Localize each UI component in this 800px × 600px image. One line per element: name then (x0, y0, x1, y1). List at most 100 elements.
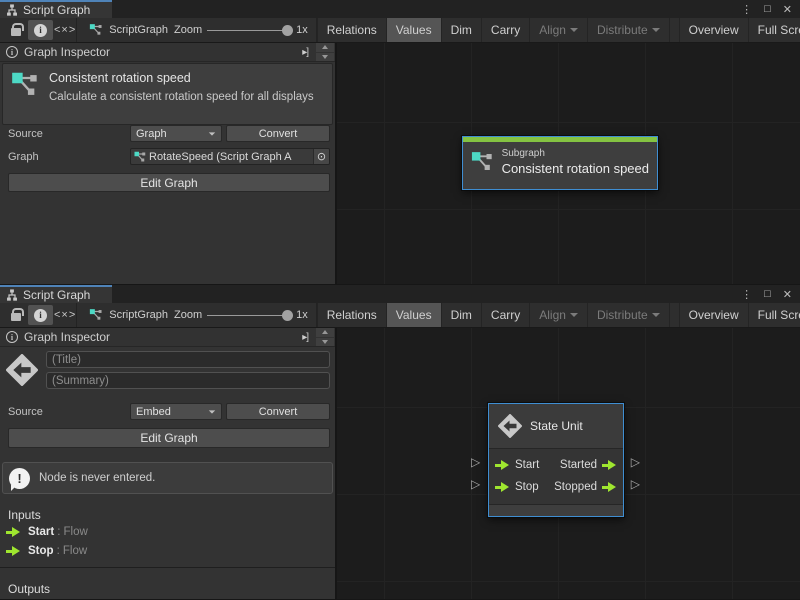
inspector-title: Graph Inspector (24, 330, 110, 344)
inspector-scroll-stepper (316, 328, 334, 346)
port-separator: : (57, 526, 60, 538)
summary-input[interactable] (46, 372, 330, 389)
flow-arrow-icon (602, 482, 617, 492)
info-icon: i (6, 46, 18, 58)
overview-button[interactable]: Overview (679, 303, 748, 327)
distribute-button: Distribute (587, 303, 669, 327)
more-icon[interactable]: ⋮ (741, 3, 752, 16)
node-kind-label: Subgraph (502, 148, 649, 159)
source-label: Source (8, 128, 130, 140)
maximize-icon[interactable]: □ (764, 3, 771, 15)
zoom-slider[interactable] (207, 30, 291, 31)
port-name: Stop (28, 545, 54, 557)
node-header: State Unit (489, 404, 623, 449)
tab-script-graph[interactable]: Script Graph (0, 0, 112, 18)
graph-hierarchy-icon (6, 4, 18, 16)
convert-button[interactable]: Convert (226, 403, 330, 420)
carry-button[interactable]: Carry (481, 303, 529, 327)
zoom-slider-handle[interactable] (282, 25, 293, 36)
input-port[interactable]: Stop (495, 481, 539, 493)
edit-graph-button[interactable]: Edit Graph (8, 428, 330, 448)
port-type: Flow (63, 545, 87, 557)
node-footer (489, 504, 623, 516)
graph-description-box: Consistent rotation speed Calculate a co… (2, 63, 333, 125)
input-port[interactable]: Start (495, 459, 539, 471)
toolbar-icon-group: i <×> (0, 18, 77, 42)
distribute-label: Distribute (597, 308, 648, 322)
more-icon[interactable]: ⋮ (741, 288, 752, 301)
full-screen-button[interactable]: Full Screen (748, 303, 800, 327)
lock-button[interactable] (5, 303, 27, 327)
chevron-down-icon (570, 313, 578, 317)
info-icon: i (6, 331, 18, 343)
zoom-slider[interactable] (207, 315, 291, 316)
carry-button[interactable]: Carry (481, 18, 529, 42)
external-port-triangle-icon[interactable]: ▷ (471, 478, 480, 490)
output-port[interactable]: Started (560, 459, 617, 471)
external-port-triangle-icon[interactable]: ▷ (471, 456, 480, 468)
overview-button[interactable]: Overview (679, 18, 748, 42)
scroll-up-button[interactable] (316, 43, 334, 52)
script-graph-window-top: Script Graph ⋮ □ ✕ i <×> Scr (0, 0, 800, 285)
output-port-label: Stopped (554, 481, 597, 493)
values-button[interactable]: Values (386, 303, 441, 327)
output-port[interactable]: Stopped (554, 481, 617, 493)
output-port-label: Started (560, 459, 597, 471)
warning-icon: ! (9, 468, 30, 489)
lock-button[interactable] (5, 18, 27, 42)
script-graph-asset-icon (134, 151, 146, 163)
source-dropdown[interactable]: Graph (130, 125, 222, 142)
dim-button[interactable]: Dim (441, 18, 481, 42)
inputs-header: Inputs (8, 508, 335, 522)
state-unit-node[interactable]: State Unit Start Started (488, 403, 624, 517)
graph-canvas[interactable]: Subgraph Consistent rotation speed (337, 43, 800, 284)
align-button: Align (529, 303, 587, 327)
zoom-slider-handle[interactable] (282, 310, 293, 321)
source-dropdown[interactable]: Embed (130, 403, 222, 420)
scroll-down-button[interactable] (316, 338, 334, 347)
external-port-triangle-icon[interactable]: ▷ (631, 456, 640, 468)
relations-button[interactable]: Relations (317, 303, 386, 327)
title-input[interactable] (46, 351, 330, 368)
toolbar-gap (669, 18, 679, 42)
dim-button[interactable]: Dim (441, 303, 481, 327)
dock-icon[interactable]: ▸] (302, 47, 310, 58)
dock-icon[interactable]: ▸] (302, 332, 310, 343)
source-value: Embed (136, 406, 171, 418)
graph-object-field[interactable]: RotateSpeed (Script Graph A ⊙ (130, 148, 330, 165)
edit-graph-button[interactable]: Edit Graph (8, 173, 330, 192)
graph-type-label: ScriptGraph (109, 309, 168, 321)
object-picker-icon[interactable]: ⊙ (313, 149, 329, 164)
tab-label: Script Graph (23, 3, 90, 17)
subgraph-node[interactable]: Subgraph Consistent rotation speed (462, 136, 658, 190)
code-view-button[interactable]: <×> (54, 24, 76, 36)
triangle-down-icon (322, 340, 328, 344)
close-icon[interactable]: ✕ (783, 288, 792, 301)
external-port-triangle-icon[interactable]: ▷ (631, 478, 640, 490)
close-icon[interactable]: ✕ (783, 3, 792, 16)
flow-arrow-icon (602, 460, 617, 470)
zoom-value: 1x (296, 24, 308, 36)
inspector-body: Source Embed Convert Edit Graph ! Node i… (0, 347, 335, 599)
graph-canvas[interactable]: State Unit Start Started (337, 328, 800, 599)
graph-title: Consistent rotation speed (49, 71, 314, 85)
values-button[interactable]: Values (386, 18, 441, 42)
tab-script-graph[interactable]: Script Graph (0, 285, 112, 303)
scroll-down-button[interactable] (316, 53, 334, 62)
window-controls: ⋮ □ ✕ (741, 0, 800, 18)
inspector-toggle-button[interactable]: i (28, 305, 53, 325)
graph-summary: Calculate a consistent rotation speed fo… (49, 90, 314, 105)
state-unit-icon (6, 354, 38, 386)
source-value: Graph (136, 128, 167, 140)
scroll-up-button[interactable] (316, 328, 334, 337)
code-view-button[interactable]: <×> (54, 309, 76, 321)
relations-button[interactable]: Relations (317, 18, 386, 42)
inspector-toggle-button[interactable]: i (28, 20, 53, 40)
editor-stage: Script Graph ⋮ □ ✕ i <×> Scr (0, 0, 800, 600)
zoom-label: Zoom (174, 24, 202, 36)
subgraph-icon (471, 149, 494, 175)
source-row: Source Graph Convert (8, 125, 330, 142)
full-screen-button[interactable]: Full Screen (748, 18, 800, 42)
convert-button[interactable]: Convert (226, 125, 330, 142)
maximize-icon[interactable]: □ (764, 288, 771, 300)
